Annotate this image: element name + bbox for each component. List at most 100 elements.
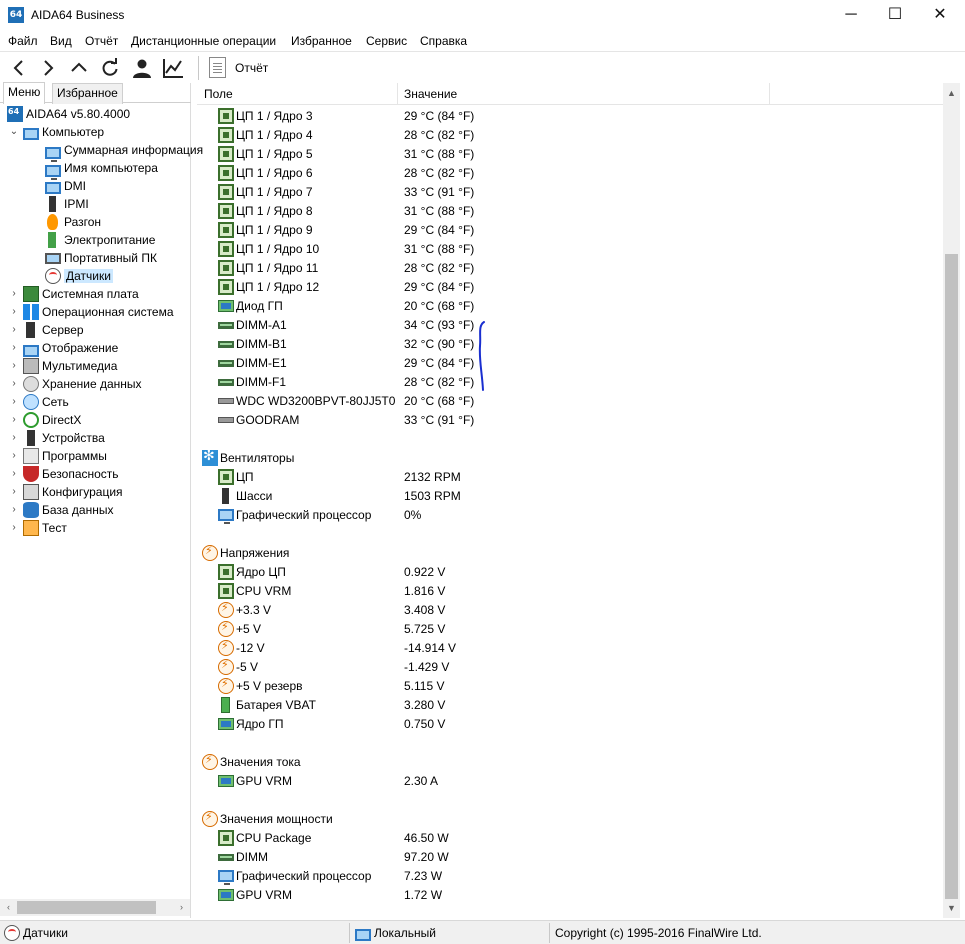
table-row[interactable]: CPU VRM 1.816 V	[197, 582, 943, 601]
tree-item[interactable]: › Устройства	[12, 429, 105, 447]
tree-item[interactable]: DMI	[45, 177, 86, 195]
user-button[interactable]	[129, 55, 155, 81]
tree-item[interactable]: › Отображение	[12, 339, 118, 360]
menu-remote[interactable]: Дистанционные операции	[131, 34, 276, 48]
tree-item[interactable]: AIDA64 v5.80.4000	[7, 105, 130, 123]
collapse-chevron-icon[interactable]: ⌄	[9, 123, 19, 141]
tree-item[interactable]: › Мультимедиа	[12, 357, 117, 375]
table-row[interactable]: GOODRAM 33 °C (91 °F)	[197, 411, 943, 430]
table-row[interactable]: DIMM-A1 34 °C (93 °F)	[197, 316, 943, 335]
table-row[interactable]: CPU Package 46.50 W	[197, 829, 943, 848]
report-icon[interactable]	[209, 57, 226, 78]
group-header-row[interactable]: Вентиляторы	[197, 448, 943, 468]
tree-item[interactable]: › Конфигурация	[12, 483, 123, 501]
nav-scroll-thumb[interactable]	[17, 901, 156, 914]
tree-item[interactable]: › Хранение данных	[12, 375, 142, 393]
tree-item[interactable]: Портативный ПК	[45, 249, 157, 267]
up-button[interactable]	[66, 55, 92, 81]
expand-chevron-icon[interactable]: ›	[9, 303, 19, 321]
table-row[interactable]: GPU VRM 2.30 A	[197, 772, 943, 791]
expand-chevron-icon[interactable]: ›	[9, 483, 19, 501]
menu-help[interactable]: Справка	[420, 34, 467, 48]
column-divider[interactable]	[769, 83, 770, 105]
tree-item[interactable]: Имя компьютера	[45, 159, 158, 180]
report-button-label[interactable]: Отчёт	[235, 61, 268, 75]
expand-chevron-icon[interactable]: ›	[9, 519, 19, 537]
table-row[interactable]: DIMM-B1 32 °C (90 °F)	[197, 335, 943, 354]
table-row[interactable]: ЦП 1 / Ядро 5 31 °C (88 °F)	[197, 145, 943, 164]
expand-chevron-icon[interactable]: ›	[9, 357, 19, 375]
maximize-button[interactable]: ☐	[872, 0, 918, 31]
table-row[interactable]: ЦП 1 / Ядро 4 28 °C (82 °F)	[197, 126, 943, 145]
menu-service[interactable]: Сервис	[366, 34, 407, 48]
table-row[interactable]: Батарея VBAT 3.280 V	[197, 696, 943, 715]
scroll-right-arrow-icon[interactable]: ›	[173, 899, 190, 916]
tree-item[interactable]: IPMI	[45, 195, 89, 213]
table-row[interactable]: DIMM-F1 28 °C (82 °F)	[197, 373, 943, 392]
expand-chevron-icon[interactable]: ›	[9, 429, 19, 447]
close-button[interactable]: ✕	[917, 0, 963, 31]
table-row[interactable]: ЦП 1 / Ядро 9 29 °C (84 °F)	[197, 221, 943, 240]
table-row[interactable]: Шасси 1503 RPM	[197, 487, 943, 506]
expand-chevron-icon[interactable]: ›	[9, 393, 19, 411]
table-row[interactable]: ЦП 1 / Ядро 10 31 °C (88 °F)	[197, 240, 943, 259]
table-row[interactable]: ЦП 1 / Ядро 3 29 °C (84 °F)	[197, 107, 943, 126]
menu-report[interactable]: Отчёт	[85, 34, 118, 48]
tree-item[interactable]: › Операционная система	[12, 303, 174, 321]
scroll-left-arrow-icon[interactable]: ‹	[0, 899, 17, 916]
column-divider[interactable]	[397, 83, 398, 105]
nav-horizontal-scrollbar[interactable]: ‹ ›	[0, 899, 190, 916]
table-row[interactable]: ЦП 2132 RPM	[197, 468, 943, 487]
tree-item[interactable]: Электропитание	[45, 231, 155, 249]
table-row[interactable]: -5 V -1.429 V	[197, 658, 943, 677]
table-row[interactable]: +5 V 5.725 V	[197, 620, 943, 639]
content-scroll-thumb[interactable]	[945, 254, 958, 899]
chart-button[interactable]	[160, 55, 186, 81]
tree-item[interactable]: › Программы	[12, 447, 107, 465]
table-row[interactable]: Графический процессор 7.23 W	[197, 867, 943, 886]
expand-chevron-icon[interactable]: ›	[9, 465, 19, 483]
group-header-row[interactable]: Напряжения	[197, 544, 943, 563]
tab-favorites[interactable]: Избранное	[52, 83, 123, 104]
scroll-up-arrow-icon[interactable]: ▲	[943, 85, 960, 102]
expand-chevron-icon[interactable]: ›	[9, 321, 19, 339]
table-row[interactable]: ЦП 1 / Ядро 12 29 °C (84 °F)	[197, 278, 943, 297]
menu-favorites[interactable]: Избранное	[291, 34, 352, 48]
tree-item[interactable]: Суммарная информация	[45, 141, 203, 162]
table-row[interactable]: Ядро ЦП 0.922 V	[197, 563, 943, 582]
refresh-button[interactable]	[97, 55, 123, 81]
tree-item[interactable]: ⌄ Компьютер	[10, 123, 104, 141]
column-value[interactable]: Значение	[404, 87, 457, 101]
tree-item[interactable]: › Безопасность	[12, 465, 119, 483]
tab-menu[interactable]: Меню	[3, 82, 46, 104]
content-vertical-scrollbar[interactable]: ▲ ▼	[943, 83, 960, 918]
tree-item[interactable]: Разгон	[45, 213, 101, 231]
table-row[interactable]: +3.3 V 3.408 V	[197, 601, 943, 620]
tree-item[interactable]: › База данных	[12, 501, 113, 519]
table-row[interactable]: ЦП 1 / Ядро 8 31 °C (88 °F)	[197, 202, 943, 221]
table-row[interactable]: DIMM-E1 29 °C (84 °F)	[197, 354, 943, 373]
forward-button[interactable]	[35, 55, 61, 81]
minimize-button[interactable]: ─	[828, 0, 874, 31]
table-row[interactable]: DIMM 97.20 W	[197, 848, 943, 867]
table-row[interactable]: Диод ГП 20 °C (68 °F)	[197, 297, 943, 316]
tree-item[interactable]: › Тест	[12, 519, 67, 537]
tree-item[interactable]: › Системная плата	[12, 285, 139, 303]
expand-chevron-icon[interactable]: ›	[9, 375, 19, 393]
column-field[interactable]: Поле	[204, 87, 233, 101]
table-row[interactable]: WDC WD3200BPVT-80JJ5T0 20 °C (68 °F)	[197, 392, 943, 411]
tree-item[interactable]: › Сервер	[12, 321, 84, 339]
expand-chevron-icon[interactable]: ›	[9, 501, 19, 519]
table-row[interactable]: -12 V -14.914 V	[197, 639, 943, 658]
table-row[interactable]: ЦП 1 / Ядро 6 28 °C (82 °F)	[197, 164, 943, 183]
tree-item[interactable]: › DirectX	[12, 411, 81, 429]
table-row[interactable]: ЦП 1 / Ядро 7 33 °C (91 °F)	[197, 183, 943, 202]
expand-chevron-icon[interactable]: ›	[9, 411, 19, 429]
back-button[interactable]	[6, 55, 32, 81]
tree-item[interactable]: Датчики	[45, 267, 113, 285]
menu-file[interactable]: Файл	[8, 34, 38, 48]
expand-chevron-icon[interactable]: ›	[9, 285, 19, 303]
tree-item[interactable]: › Сеть	[12, 393, 69, 411]
group-header-row[interactable]: Значения тока	[197, 753, 943, 772]
menu-view[interactable]: Вид	[50, 34, 72, 48]
